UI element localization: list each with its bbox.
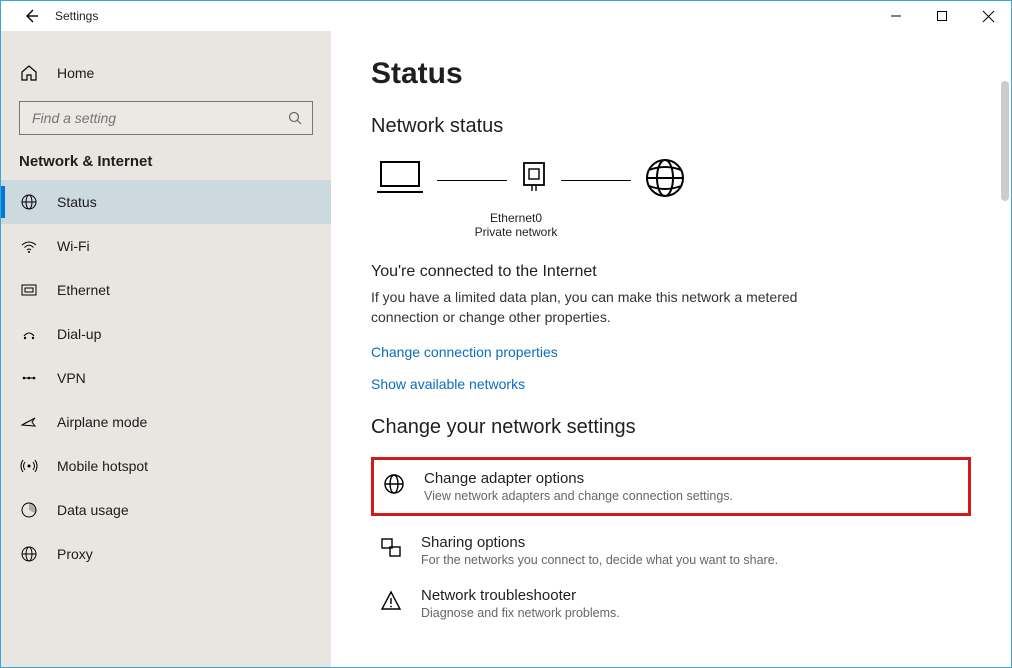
row-title: Sharing options (421, 534, 778, 551)
internet-globe-icon (643, 156, 687, 205)
row-desc: For the networks you connect to, decide … (421, 553, 778, 567)
sharing-icon (377, 534, 405, 562)
airplane-icon (19, 413, 39, 431)
close-button[interactable] (965, 1, 1011, 31)
arrow-left-icon (23, 8, 39, 24)
sidebar-item-label: Proxy (57, 546, 93, 562)
dialup-icon (19, 325, 39, 343)
search-box[interactable] (19, 101, 313, 135)
data-usage-icon (19, 501, 39, 519)
ethernet-icon (19, 281, 39, 299)
sidebar-item-wifi[interactable]: Wi-Fi (1, 224, 331, 268)
minimize-button[interactable] (873, 1, 919, 31)
sidebar-item-hotspot[interactable]: Mobile hotspot (1, 444, 331, 488)
adapter-icon (519, 161, 549, 200)
status-heading: Network status (371, 115, 971, 138)
sidebar-item-label: Status (57, 194, 97, 210)
adapter-name-label: Ethernet0 (371, 211, 661, 225)
home-icon (19, 64, 39, 82)
connection-desc: If you have a limited data plan, you can… (371, 287, 801, 328)
sidebar-item-label: Wi-Fi (57, 238, 90, 254)
sidebar-item-airplane[interactable]: Airplane mode (1, 400, 331, 444)
change-adapter-options-row[interactable]: Change adapter options View network adap… (371, 457, 971, 516)
row-desc: Diagnose and fix network problems. (421, 606, 620, 620)
home-label: Home (57, 65, 94, 81)
sidebar-item-proxy[interactable]: Proxy (1, 532, 331, 576)
sidebar-item-label: Data usage (57, 502, 129, 518)
diagram-labels: Ethernet0 Private network (371, 211, 661, 239)
vpn-icon (19, 369, 39, 387)
back-button[interactable] (11, 1, 51, 31)
hotspot-icon (19, 457, 39, 475)
proxy-icon (19, 545, 39, 563)
minimize-icon (891, 11, 901, 21)
search-input[interactable] (30, 109, 288, 127)
connector-line (561, 180, 631, 181)
sidebar-item-label: Ethernet (57, 282, 110, 298)
row-title: Network troubleshooter (421, 587, 620, 604)
search-icon (288, 111, 302, 125)
scrollbar[interactable] (1001, 81, 1009, 201)
network-troubleshooter-row[interactable]: Network troubleshooter Diagnose and fix … (371, 577, 971, 630)
change-connection-properties-link[interactable]: Change connection properties (371, 344, 971, 360)
wifi-icon (19, 237, 39, 255)
connection-title: You're connected to the Internet (371, 263, 971, 281)
sidebar-section-title: Network & Internet (1, 147, 331, 180)
sidebar-item-label: Mobile hotspot (57, 458, 148, 474)
window-controls (873, 1, 1011, 31)
network-diagram (371, 156, 971, 205)
home-nav-item[interactable]: Home (1, 51, 331, 95)
row-desc: View network adapters and change connect… (424, 489, 733, 503)
show-available-networks-link[interactable]: Show available networks (371, 376, 971, 392)
network-type-label: Private network (371, 225, 661, 239)
sidebar-item-datausage[interactable]: Data usage (1, 488, 331, 532)
main-content: Status Network status Ethernet0 Private … (331, 31, 1011, 667)
sidebar: Home Network & Internet Status Wi-Fi (1, 31, 331, 667)
titlebar: Settings (1, 1, 1011, 31)
sidebar-item-ethernet[interactable]: Ethernet (1, 268, 331, 312)
sidebar-item-label: Dial-up (57, 326, 101, 342)
window-title: Settings (55, 9, 98, 23)
sharing-options-row[interactable]: Sharing options For the networks you con… (371, 524, 971, 577)
computer-icon (375, 158, 425, 203)
sidebar-item-label: Airplane mode (57, 414, 147, 430)
globe-icon (19, 193, 39, 211)
sidebar-item-label: VPN (57, 370, 86, 386)
maximize-icon (937, 11, 947, 21)
sidebar-item-status[interactable]: Status (1, 180, 331, 224)
connector-line (437, 180, 507, 181)
close-icon (983, 11, 994, 22)
sidebar-item-dialup[interactable]: Dial-up (1, 312, 331, 356)
row-title: Change adapter options (424, 470, 733, 487)
settings-window: Settings Home (0, 0, 1012, 668)
adapter-options-icon (380, 470, 408, 498)
sidebar-item-vpn[interactable]: VPN (1, 356, 331, 400)
troubleshoot-icon (377, 587, 405, 615)
change-settings-heading: Change your network settings (371, 416, 971, 439)
page-title: Status (371, 57, 971, 91)
maximize-button[interactable] (919, 1, 965, 31)
